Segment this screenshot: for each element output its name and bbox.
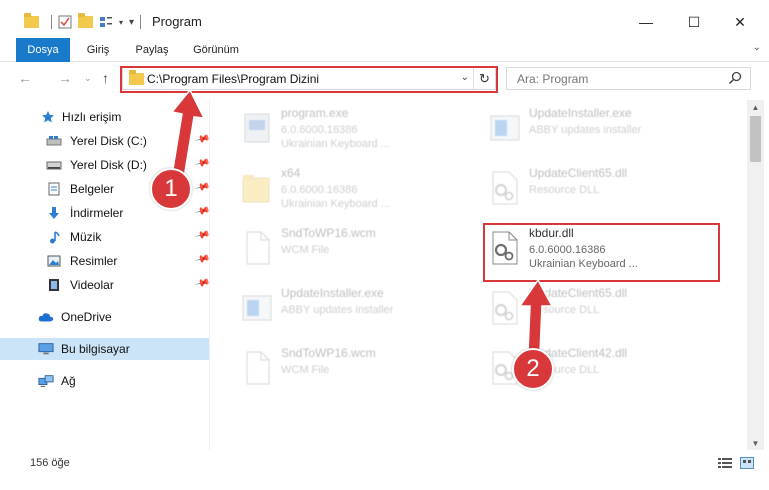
arrow-1-icon: [170, 88, 206, 179]
window-bottom: [0, 476, 769, 490]
annotation-arrows: [170, 88, 554, 353]
scroll-up-icon[interactable]: ▲: [747, 100, 764, 114]
scrollbar-thumb[interactable]: [750, 116, 761, 162]
item-count: 156 öğe: [30, 457, 70, 469]
vertical-scrollbar[interactable]: ▲ ▼: [747, 100, 764, 450]
arrow-2-icon: [518, 278, 554, 353]
step-badge-2: 2: [512, 348, 554, 390]
large-icons-view-icon[interactable]: [740, 457, 754, 469]
step-badge-1: 1: [150, 168, 192, 210]
scroll-down-icon[interactable]: ▼: [747, 436, 764, 450]
status-bar: 156 öğe: [0, 450, 769, 476]
details-view-icon[interactable]: [718, 457, 732, 469]
